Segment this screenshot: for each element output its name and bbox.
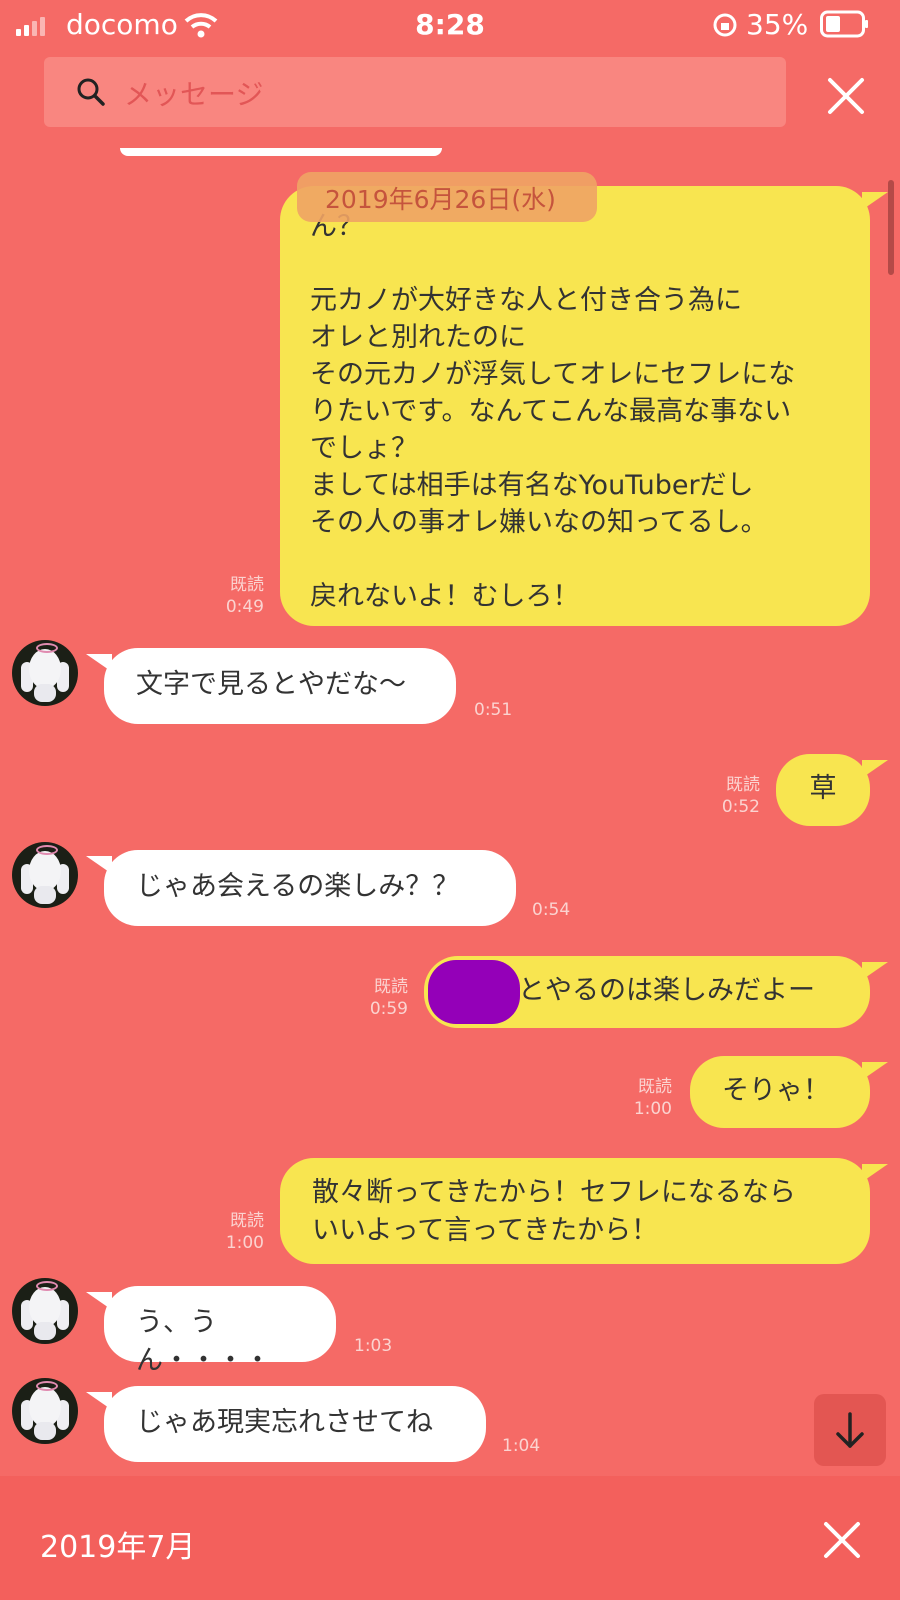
message-line: その元カノが浮気してオレにセフレにな xyxy=(310,359,796,390)
message-line xyxy=(310,245,840,282)
battery-percent: 35% xyxy=(746,8,809,41)
previous-bubble-edge xyxy=(120,148,442,156)
message-bubble-mine[interactable]: 散々断ってきたから！セフレになるなら いいよって言ってきたから！ xyxy=(280,1158,888,1264)
message-time: 0:54 xyxy=(532,900,571,920)
search-icon xyxy=(77,78,105,106)
avatar[interactable] xyxy=(12,640,78,706)
message-bubble-mine[interactable]: 草 xyxy=(776,754,888,826)
date-label: 2019年6月26日(水) xyxy=(325,185,556,214)
close-icon[interactable] xyxy=(826,76,866,116)
message-text: 草 xyxy=(809,773,837,804)
message-line: 散々断ってきたから！セフレになるなら xyxy=(312,1177,796,1208)
message-line: でしょ？ xyxy=(310,433,418,464)
search-placeholder: メッセージ xyxy=(124,78,264,111)
message-time: 1:00 xyxy=(633,1099,672,1119)
redaction-mark xyxy=(428,960,520,1024)
message-line: オレと別れたのに xyxy=(310,322,526,353)
message-bubble-theirs[interactable]: 文字で見るとやだな〜 xyxy=(86,648,456,724)
date-separator: 2019年6月26日(水) xyxy=(297,172,597,222)
scroll-to-bottom-button[interactable] xyxy=(814,1394,886,1466)
message-time: 1:00 xyxy=(225,1233,264,1253)
rotation-lock-icon xyxy=(713,13,737,37)
message-time: 1:04 xyxy=(502,1436,541,1456)
status-bar: docomo 8:28 35% xyxy=(0,0,900,50)
message-time: 0:49 xyxy=(225,597,264,617)
bottom-date-bar: 2019年7月 xyxy=(0,1476,900,1600)
arrow-down-icon xyxy=(836,1412,864,1448)
message-line: いいよって言ってきたから！ xyxy=(312,1215,659,1246)
read-receipt: 既読 xyxy=(230,1211,264,1231)
message-time: 1:03 xyxy=(354,1336,393,1356)
message-bubble-theirs[interactable]: う、うん・・・・ xyxy=(86,1286,336,1376)
message-line: 戻れないよ！むしろ！ xyxy=(310,581,580,612)
message-time: 0:51 xyxy=(474,700,513,720)
message-line: 元カノが大好きな人と付き合う為に xyxy=(310,285,742,316)
read-receipt: 既読 xyxy=(374,977,408,997)
message-search-input[interactable]: メッセージ xyxy=(44,57,786,127)
message-line: ましては相手は有名なYouTuberだし xyxy=(310,470,754,501)
message-meta: 既読 1:00 xyxy=(600,1076,672,1120)
month-label[interactable]: 2019年7月 xyxy=(40,1522,195,1566)
message-meta: 既読 1:00 xyxy=(200,1210,264,1254)
message-line: その人の事オレ嫌いなの知ってるし。 xyxy=(310,507,768,538)
message-bubble-mine[interactable]: ん？ 元カノが大好きな人と付き合う為に オレと別れたのに その元カノが浮気してオ… xyxy=(280,186,888,626)
message-line xyxy=(310,541,840,578)
message-text: そりゃ！ xyxy=(722,1075,830,1106)
message-bubble-theirs[interactable]: じゃあ会えるの楽しみ？？ xyxy=(86,850,516,926)
avatar[interactable] xyxy=(12,842,78,908)
message-time: 0:59 xyxy=(369,999,408,1019)
scrollbar[interactable] xyxy=(888,180,894,275)
read-receipt: 既読 xyxy=(638,1077,672,1097)
avatar[interactable] xyxy=(12,1278,78,1344)
message-text: とやるのは楽しみだよー xyxy=(518,975,815,1006)
message-line: りたいです。なんてこんな最高な事ない xyxy=(310,396,792,427)
message-text: じゃあ会えるの楽しみ？？ xyxy=(136,871,460,902)
message-meta: 既読 0:49 xyxy=(200,574,264,618)
read-receipt: 既読 xyxy=(230,575,264,595)
message-text: 文字で見るとやだな〜 xyxy=(136,669,406,700)
close-icon[interactable] xyxy=(822,1520,862,1560)
message-meta: 既読 0:59 xyxy=(340,976,408,1020)
battery-icon xyxy=(820,10,868,38)
message-text: う、うん・・・・ xyxy=(136,1307,271,1376)
message-bubble-mine[interactable]: そりゃ！ xyxy=(690,1056,888,1128)
read-receipt: 既読 xyxy=(726,775,760,795)
message-meta: 既読 0:52 xyxy=(690,774,760,818)
message-time: 0:52 xyxy=(721,797,760,817)
message-text: じゃあ現実忘れさせてね xyxy=(136,1407,433,1438)
message-bubble-theirs[interactable]: じゃあ現実忘れさせてね xyxy=(86,1386,486,1462)
avatar[interactable] xyxy=(12,1378,78,1444)
